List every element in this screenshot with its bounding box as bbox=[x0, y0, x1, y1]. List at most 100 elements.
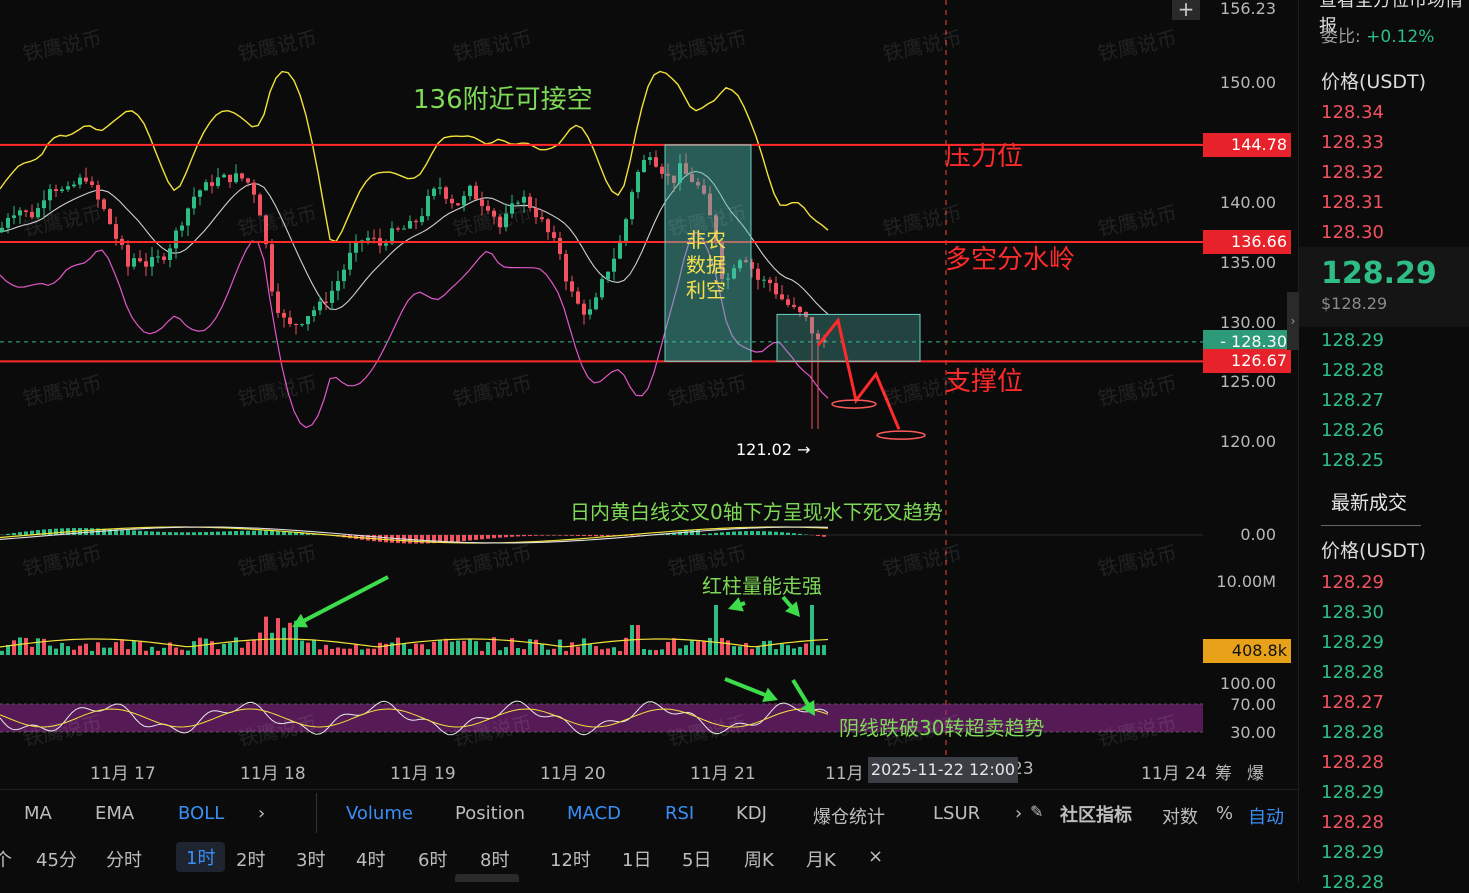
timeframe-月K[interactable]: 月K bbox=[806, 846, 836, 872]
annotation-volume-note: 红柱量能走强 bbox=[702, 570, 822, 599]
indicator-macd[interactable]: MACD bbox=[567, 803, 621, 824]
macd-bar bbox=[132, 530, 136, 535]
timeframe-个[interactable]: 个 bbox=[0, 846, 12, 872]
orderbook-row[interactable]: 128.29 bbox=[1321, 782, 1384, 803]
volume-bar bbox=[252, 640, 256, 655]
timeframe-8时[interactable]: 8时 bbox=[480, 846, 509, 872]
volume-bar bbox=[786, 645, 790, 655]
candle-body bbox=[336, 281, 340, 291]
timeframe-4时[interactable]: 4时 bbox=[356, 846, 385, 872]
timeframe-×[interactable]: × bbox=[868, 846, 883, 867]
volume-bar bbox=[552, 649, 556, 655]
macd-bar bbox=[552, 535, 556, 536]
orderbook-row[interactable]: 128.30 bbox=[1321, 222, 1384, 243]
volume-bar bbox=[666, 642, 670, 655]
timeframe-5日[interactable]: 5日 bbox=[682, 846, 711, 872]
orderbook-row[interactable]: 128.28 bbox=[1321, 812, 1384, 833]
timeframe-分时[interactable]: 分时 bbox=[106, 846, 142, 872]
volume-bar bbox=[504, 647, 508, 655]
candle-body bbox=[432, 189, 436, 196]
indicator-kdj[interactable]: KDJ bbox=[736, 803, 767, 824]
orderbook-row[interactable]: 128.31 bbox=[1321, 192, 1384, 213]
kline-chart[interactable] bbox=[0, 0, 1300, 882]
indicator-›[interactable]: › bbox=[1015, 803, 1022, 824]
orderbook-row[interactable]: 128.29 bbox=[1321, 330, 1384, 351]
orderbook-row[interactable]: 128.28 bbox=[1321, 360, 1384, 381]
order-ratio-label: 委比: bbox=[1321, 27, 1361, 47]
auto-scale-toggle[interactable]: 自动 bbox=[1248, 803, 1284, 829]
candle-body bbox=[522, 197, 526, 203]
indicator-lsur[interactable]: LSUR bbox=[933, 803, 980, 824]
volume-bar bbox=[306, 643, 310, 655]
indicator-ma[interactable]: MA bbox=[24, 803, 52, 824]
candle-body bbox=[252, 183, 256, 195]
add-indicator-button[interactable]: + bbox=[1172, 0, 1200, 20]
timeframe-6时[interactable]: 6时 bbox=[418, 846, 447, 872]
indicator-boll[interactable]: BOLL bbox=[178, 803, 224, 824]
volume-bar bbox=[150, 647, 154, 655]
edit-icon[interactable]: ✎ bbox=[1030, 802, 1043, 821]
candle-body bbox=[162, 257, 166, 260]
crosshair-date-label: 2025-11-22 12:00 bbox=[868, 757, 1018, 783]
annotation-nfp-line2: 数据 bbox=[686, 253, 726, 278]
volume-bar bbox=[570, 642, 574, 655]
timeframe-2时[interactable]: 2时 bbox=[236, 846, 265, 872]
orderbook-row[interactable]: 128.32 bbox=[1321, 162, 1384, 183]
time-axis-label: 11月 20 bbox=[540, 759, 606, 784]
orderbook-row[interactable]: 128.30 bbox=[1321, 602, 1384, 623]
candle-body bbox=[426, 196, 430, 216]
collapse-panel-handle[interactable]: › bbox=[1287, 292, 1299, 350]
macd-bar bbox=[252, 531, 256, 535]
volume-bar bbox=[474, 641, 478, 655]
community-indicators-button[interactable]: 社区指标 bbox=[1060, 801, 1132, 827]
candle-body bbox=[228, 175, 232, 182]
orderbook-row[interactable]: 128.26 bbox=[1321, 420, 1384, 441]
indicator-爆仓统计[interactable]: 爆仓统计 bbox=[813, 803, 885, 829]
candle-body bbox=[570, 281, 574, 291]
timeframe-45分[interactable]: 45分 bbox=[36, 846, 77, 872]
volume-bar bbox=[84, 644, 88, 655]
orderbook-row[interactable]: 128.28 bbox=[1321, 722, 1384, 743]
orderbook-row[interactable]: 128.34 bbox=[1321, 102, 1384, 123]
volume-bar bbox=[276, 618, 280, 655]
orderbook-row[interactable]: 128.25 bbox=[1321, 450, 1384, 471]
indicator-position[interactable]: Position bbox=[455, 803, 525, 824]
volume-bar bbox=[228, 643, 232, 655]
indicator-ema[interactable]: EMA bbox=[95, 803, 134, 824]
orderbook-row[interactable]: 128.29 bbox=[1321, 632, 1384, 653]
candle-body bbox=[6, 218, 10, 228]
candle-body bbox=[0, 228, 4, 232]
indicator-volume[interactable]: Volume bbox=[346, 803, 413, 824]
tab-latest-trades[interactable]: 最新成交 bbox=[1331, 488, 1407, 515]
orderbook-row[interactable]: 128.28 bbox=[1321, 662, 1384, 683]
orderbook-row[interactable]: 128.28 bbox=[1321, 752, 1384, 773]
indicator-›[interactable]: › bbox=[258, 803, 265, 824]
timeframe-3时[interactable]: 3时 bbox=[296, 846, 325, 872]
timeframe-1日[interactable]: 1日 bbox=[622, 846, 651, 872]
candle-body bbox=[768, 280, 772, 283]
percent-scale-toggle[interactable]: % bbox=[1216, 803, 1233, 824]
volume-bar bbox=[60, 643, 64, 655]
macd-bar bbox=[456, 535, 460, 542]
timeframe-1时[interactable]: 1时 bbox=[176, 842, 225, 872]
orderbook-row[interactable]: 128.27 bbox=[1321, 692, 1384, 713]
orderbook-row[interactable]: 128.27 bbox=[1321, 390, 1384, 411]
indicator-rsi[interactable]: RSI bbox=[665, 803, 694, 824]
volume-bar bbox=[396, 638, 400, 655]
candle-body bbox=[798, 307, 802, 312]
candle-body bbox=[606, 272, 610, 279]
orderbook-row[interactable]: 128.29 bbox=[1321, 572, 1384, 593]
candle-body bbox=[114, 224, 118, 239]
log-scale-toggle[interactable]: 对数 bbox=[1162, 803, 1198, 829]
volume-bar bbox=[66, 646, 70, 655]
volume-bar bbox=[270, 633, 274, 655]
macd-bar bbox=[702, 534, 706, 535]
volume-bar bbox=[582, 638, 586, 655]
timeframe-周K[interactable]: 周K bbox=[744, 846, 774, 872]
orderbook-row[interactable]: 128.28 bbox=[1321, 872, 1384, 893]
orderbook-row[interactable]: 128.33 bbox=[1321, 132, 1384, 153]
drag-handle[interactable] bbox=[455, 874, 519, 882]
macd-bar bbox=[228, 531, 232, 535]
timeframe-12时[interactable]: 12时 bbox=[550, 846, 591, 872]
orderbook-row[interactable]: 128.29 bbox=[1321, 842, 1384, 863]
